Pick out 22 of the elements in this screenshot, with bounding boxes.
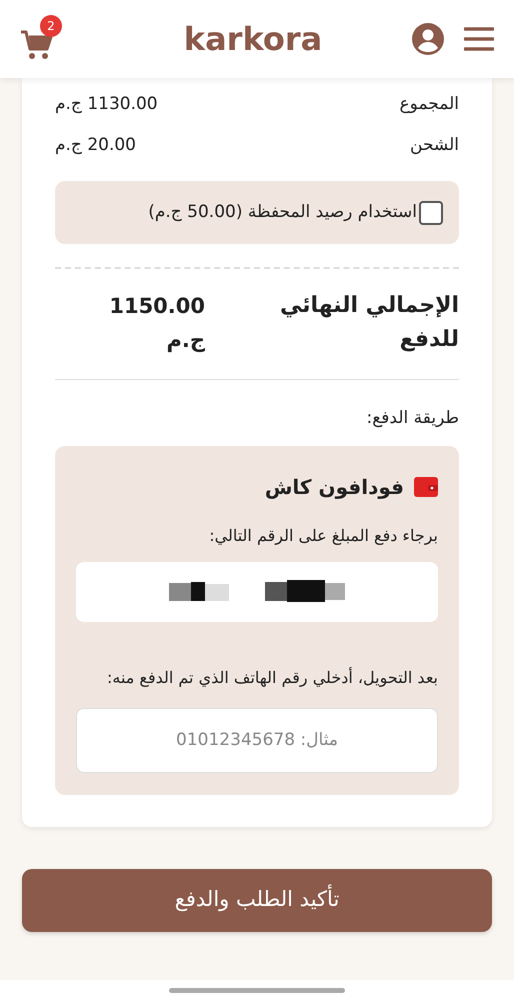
menu-icon[interactable]: [464, 26, 494, 52]
phone-input-field[interactable]: مثال: 01012345678: [76, 708, 438, 772]
summary-value: 20.00 ج.م: [55, 134, 136, 157]
summary-value: 1130.00 ج.م: [55, 92, 158, 116]
payment-instruction: برجاء دفع المبلغ على الرقم التالي:: [208, 524, 438, 547]
summary-label: الشحن: [410, 134, 459, 157]
total-label: الإجمالي النهائي للدفع: [278, 292, 459, 354]
payment-option-name[interactable]: فودافون كاش: [264, 472, 404, 502]
wallet-option[interactable]: استخدام رصيد المحفظة (50.00 ج.م): [55, 181, 459, 244]
total-value: 1150.00 ج.م: [108, 293, 205, 354]
payment-method-label: طريقة الدفع:: [366, 407, 459, 430]
wallet-label: استخدام رصيد المحفظة (50.00 ج.م): [148, 200, 417, 224]
cart-count-badge: 2: [40, 15, 62, 37]
wallet-icon: [414, 476, 438, 496]
submit-button[interactable]: تأكيد الطلب والدفع: [22, 868, 492, 932]
wallet-checkbox[interactable]: [419, 200, 443, 224]
confirm-prompt: بعد التحويل، أدخلي رقم الهاتف الذي تم الدفع منه:: [106, 666, 438, 689]
cart-icon: [20, 29, 54, 61]
logo[interactable]: karkora: [184, 15, 322, 63]
cart-button[interactable]: 2: [20, 17, 64, 61]
user-icon[interactable]: [412, 23, 444, 55]
summary-label: المجموع: [400, 92, 459, 116]
